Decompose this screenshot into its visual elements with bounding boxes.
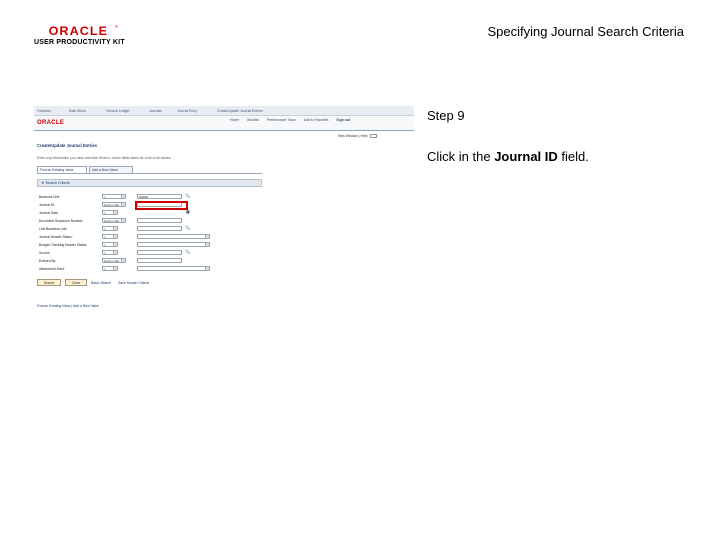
calendar-icon[interactable]: ▦ <box>185 210 190 215</box>
slide-title: Specifying Journal Search Criteria <box>487 24 684 39</box>
app-nav-links: Home Worklist Performance Trace Add to F… <box>230 118 357 122</box>
step-label: Step 9 <box>427 108 465 123</box>
tab-find-existing[interactable]: Find an Existing Value <box>37 166 87 173</box>
header-status-operator[interactable]: = <box>102 234 118 239</box>
app-screenshot: Favorites Main Menu General Ledger Journ… <box>34 106 414 316</box>
breadcrumb-main-menu[interactable]: Main Menu <box>69 109 86 113</box>
chevron-down-icon <box>121 195 125 198</box>
customize-icon[interactable] <box>369 134 377 139</box>
lookup-icon[interactable]: 🔍 <box>185 194 190 198</box>
app-breadcrumb-bar: Favorites Main Menu General Ledger Journ… <box>34 106 414 116</box>
breadcrumb-create-update[interactable]: Create/Update Journal Entries <box>217 109 263 113</box>
header-divider <box>34 130 414 131</box>
line-bu-input[interactable] <box>137 226 182 231</box>
field-label-attachment: Attachment Exist: <box>39 267 65 271</box>
breadcrumb-journals[interactable]: Journals <box>149 109 162 113</box>
instruction-target: Journal ID <box>494 149 558 164</box>
app-page-instruction: Enter any information you have and click… <box>37 156 172 160</box>
oracle-upk-logo: ORACLE ® USER PRODUCTIVITY KIT <box>34 24 125 46</box>
clear-button[interactable]: Clear <box>65 279 87 286</box>
field-label-line-bu: Line Business Unit: <box>39 227 68 231</box>
tab-add-new[interactable]: Add a New Value <box>89 166 133 173</box>
chevron-down-icon <box>121 203 125 206</box>
field-label-budget-status: Budget Checking Header Status: <box>39 243 88 247</box>
doc-seq-operator[interactable]: begins with <box>102 218 126 223</box>
attachment-operator[interactable]: = <box>102 266 118 271</box>
save-search-criteria-link[interactable]: Save Search Criteria <box>118 281 149 285</box>
chevron-down-icon <box>113 211 117 214</box>
search-button[interactable]: Search <box>37 279 61 286</box>
journal-id-highlight[interactable] <box>135 201 188 210</box>
chevron-down-icon <box>205 267 209 270</box>
nav-add-favorites[interactable]: Add to Favorites <box>304 118 329 122</box>
chevron-down-icon <box>205 243 209 246</box>
new-window-help-links[interactable]: New Window | Help <box>338 134 377 139</box>
app-header <box>34 116 414 130</box>
attachment-select[interactable] <box>137 266 210 271</box>
step-instruction: Click in the Journal ID field. <box>427 149 589 164</box>
field-label-journal-date: Journal Date: <box>39 211 59 215</box>
breadcrumb-favorites[interactable]: Favorites <box>37 109 51 113</box>
field-label-journal-id: Journal ID: <box>39 203 55 207</box>
logo-subtitle: USER PRODUCTIVITY KIT <box>34 39 125 46</box>
field-label-doc-seq: Document Sequence Number: <box>39 219 84 223</box>
basic-search-link[interactable]: Basic Search <box>91 281 111 285</box>
line-bu-operator[interactable]: = <box>102 226 118 231</box>
logo-brand: ORACLE <box>48 24 109 38</box>
field-label-header-status: Journal Header Status: <box>39 235 73 239</box>
entered-by-input[interactable] <box>137 258 182 263</box>
chevron-down-icon <box>113 227 117 230</box>
journal-id-operator[interactable]: begins with <box>102 202 126 207</box>
app-oracle-logo: ORACLE <box>37 120 65 126</box>
budget-status-select[interactable] <box>137 242 210 247</box>
nav-worklist[interactable]: Worklist <box>247 118 259 122</box>
chevron-down-icon <box>113 235 117 238</box>
source-operator[interactable]: = <box>102 250 118 255</box>
business-unit-operator[interactable]: = <box>102 194 126 199</box>
bottom-links[interactable]: Find an Existing Value | Add a New Value <box>37 304 99 308</box>
chevron-down-icon <box>121 219 125 222</box>
chevron-down-icon <box>113 251 117 254</box>
lookup-icon[interactable]: 🔍 <box>185 226 190 230</box>
chevron-down-icon <box>121 259 125 262</box>
chevron-down-icon <box>205 235 209 238</box>
field-label-source: Source: <box>39 251 51 255</box>
doc-seq-input[interactable] <box>137 218 182 223</box>
app-page-title: Create/Update Journal Entries <box>37 143 98 148</box>
chevron-down-icon <box>113 243 117 246</box>
lookup-icon[interactable]: 🔍 <box>185 250 190 254</box>
search-criteria-section[interactable]: ▼ Search Criteria <box>37 179 262 187</box>
budget-status-operator[interactable]: = <box>102 242 118 247</box>
journal-date-operator[interactable]: = <box>102 210 118 215</box>
nav-sign-out[interactable]: Sign out <box>336 118 350 122</box>
field-label-business-unit: Business Unit: <box>39 195 61 199</box>
breadcrumb-journal-entry[interactable]: Journal Entry <box>177 109 197 113</box>
entered-by-operator[interactable]: begins with <box>102 258 126 263</box>
field-label-entered-by: Entered By: <box>39 259 57 263</box>
tab-underline <box>37 173 262 174</box>
header-status-select[interactable] <box>137 234 210 239</box>
business-unit-input[interactable]: US001 <box>137 194 182 199</box>
chevron-down-icon <box>113 267 117 270</box>
breadcrumb-general-ledger[interactable]: General Ledger <box>106 109 130 113</box>
nav-performance-trace[interactable]: Performance Trace <box>267 118 296 122</box>
nav-home[interactable]: Home <box>230 118 239 122</box>
source-input[interactable] <box>137 250 182 255</box>
